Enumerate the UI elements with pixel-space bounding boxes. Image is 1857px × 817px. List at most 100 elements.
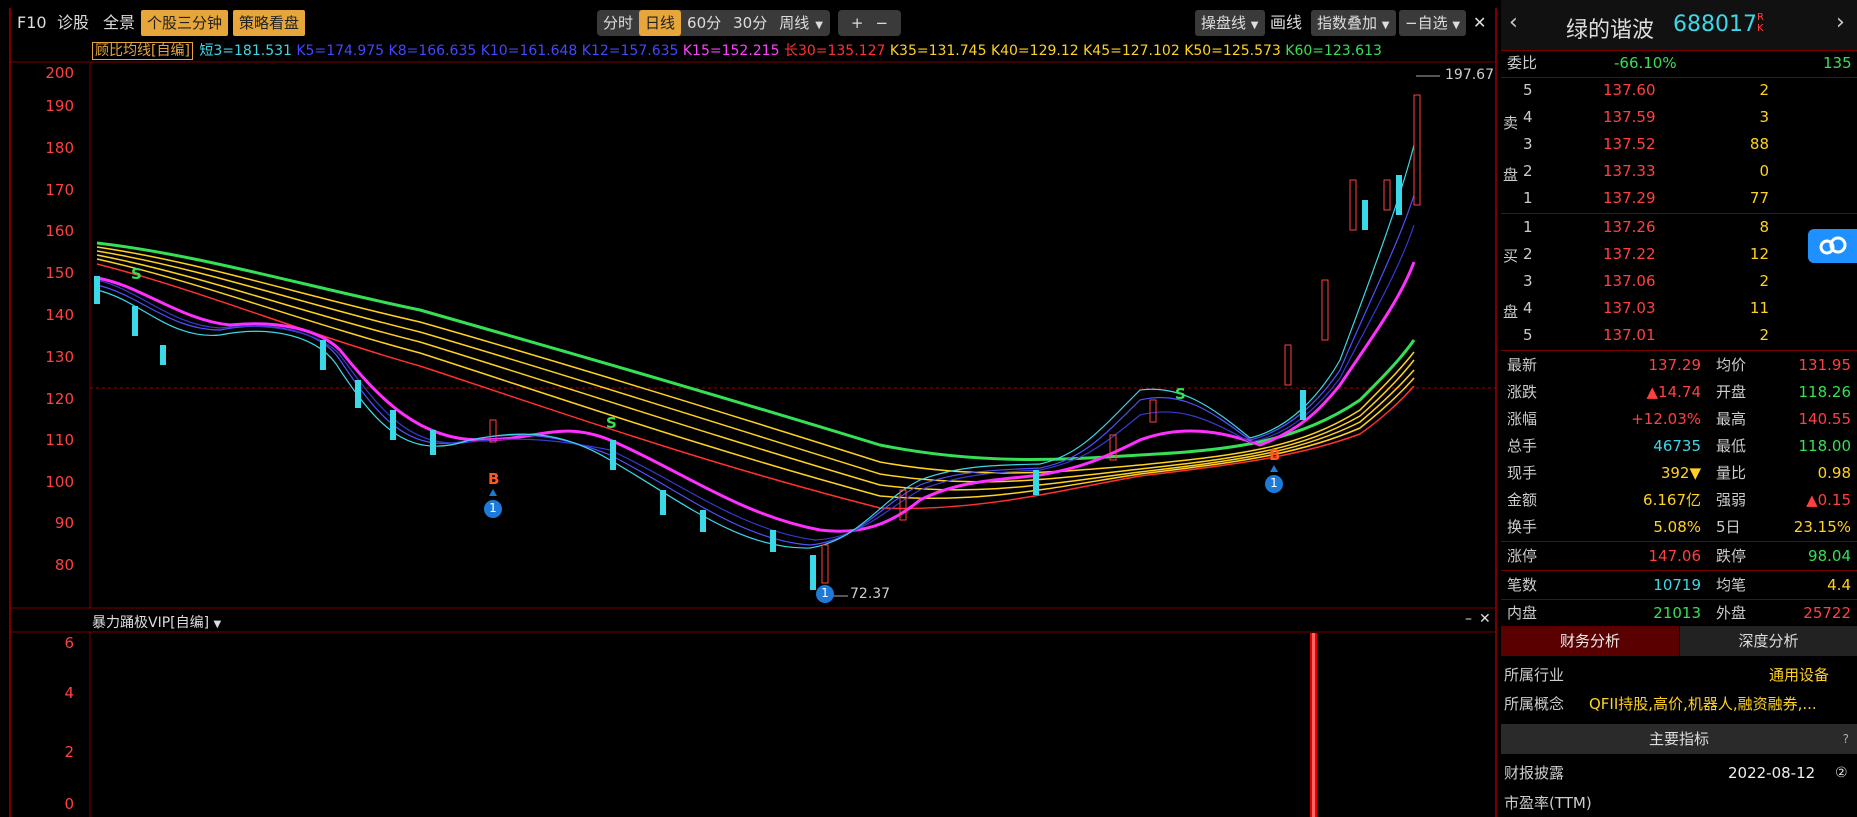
bid-row[interactable]: 1 137.26 8 [1501, 214, 1857, 241]
lower-axis-tick: 4 [64, 684, 74, 702]
gmma-k30-line [96, 263, 1415, 510]
indicator-value: K50=125.573 [1184, 43, 1281, 59]
sell-signal: S [1175, 385, 1186, 403]
main-indicators-header[interactable]: 主要指标? [1501, 724, 1857, 754]
tab-finance[interactable]: 财务分析 [1501, 626, 1679, 656]
candle [355, 380, 361, 408]
indicator-dropdown[interactable]: 顾比均线[自编] [92, 42, 193, 60]
candle [1284, 344, 1292, 386]
signal-bar-highlight [1312, 633, 1315, 817]
quote-panel: ‹ 绿的谐波 688017 R K › 委比 -66.10% 135 卖 盘 5… [1501, 0, 1857, 817]
indicator-value: K35=131.745 [889, 43, 987, 59]
divider [1501, 541, 1857, 542]
ask-row[interactable]: 2 137.33 0 [1501, 158, 1857, 185]
candle [94, 276, 100, 304]
divider [1501, 350, 1857, 351]
lower-axis-tick: 0 [64, 795, 74, 813]
tab-depth[interactable]: 深度分析 [1680, 626, 1857, 656]
price-tick: 160 [45, 222, 74, 240]
quote-row: 笔数 10719 均笔 4.4 [1507, 576, 1851, 594]
candle [700, 510, 706, 532]
quote-row: 总手 46735 最低 118.00 [1507, 437, 1851, 455]
price-tick: 100 [45, 473, 74, 491]
rk-badge: R K [1757, 12, 1764, 34]
indicator-value: K8=166.635 [388, 43, 477, 59]
candle [610, 440, 616, 470]
candle [1149, 399, 1157, 423]
report-row: 财报披露 2022-08-12 ② [1501, 760, 1857, 787]
price-tick: 120 [45, 390, 74, 408]
ask-row[interactable]: 5 137.60 2 [1501, 77, 1857, 104]
stock-code: 688017 [1673, 12, 1757, 37]
kline-chart[interactable] [0, 0, 1500, 817]
bid-row[interactable]: 2 137.22 12 [1501, 241, 1857, 268]
ask-row[interactable]: 1 137.29 77 [1501, 185, 1857, 212]
quote-row: 涨停 147.06 跌停 98.04 [1507, 547, 1851, 565]
indicator-value: K12=157.635 [581, 43, 679, 59]
candle [810, 555, 816, 590]
lower-axis-tick: 6 [64, 634, 74, 652]
quote-row: 最新 137.29 均价 131.95 [1507, 356, 1851, 374]
weibi-row: 委比 -66.10% 135 [1501, 50, 1857, 77]
next-stock-icon[interactable]: › [1836, 10, 1845, 35]
marker-number: 1 [821, 586, 829, 600]
close-icon[interactable]: ✕ [1479, 611, 1491, 627]
marker-number: 1 [1270, 476, 1278, 490]
indicator-value: K45=127.102 [1083, 43, 1180, 59]
bid-row[interactable]: 3 137.06 2 [1501, 268, 1857, 295]
indicator-value: 长30=135.127 [783, 43, 886, 59]
cloud-glyph [1819, 236, 1847, 255]
cloud-icon[interactable] [1808, 229, 1857, 263]
candle [1300, 390, 1306, 420]
price-tick: 110 [45, 431, 74, 449]
analysis-tabs: 财务分析 深度分析 [1501, 626, 1857, 656]
lower-indicator-title[interactable]: 暴力踊极VIP[自编] ▼ [92, 612, 221, 632]
gmma-k60-line [96, 241, 1416, 461]
candle [430, 430, 436, 455]
gmma-k10-line [96, 224, 1415, 541]
price-tick: 170 [45, 181, 74, 199]
price-tick: 140 [45, 306, 74, 324]
marker-number: 1 [489, 501, 497, 515]
price-tick: 80 [54, 556, 74, 574]
candle [1396, 175, 1402, 215]
lower-axis-tick: 2 [64, 743, 74, 761]
industry-row: 所属行业 通用设备 [1504, 666, 1830, 684]
gmma-short3-line [96, 144, 1415, 549]
price-tick: 90 [54, 514, 74, 532]
info-icon[interactable]: ② [1835, 760, 1848, 787]
weibi-value: -66.10% [1614, 54, 1677, 72]
quote-row: 内盘 21013 外盘 25722 [1507, 604, 1851, 622]
candle [320, 340, 326, 370]
price-tick: 130 [45, 348, 74, 366]
quote-row: 现手 392▼ 量比 0.98 [1507, 464, 1851, 482]
indicator-value: K15=152.215 [682, 43, 780, 59]
high-price-label: 197.67 [1445, 67, 1494, 83]
candle [132, 306, 138, 336]
candle [1033, 470, 1039, 495]
concept-row: 所属概念 QFII持股,高价,机器人,融资融券,... [1504, 695, 1817, 713]
help-icon[interactable]: ? [1843, 724, 1849, 754]
candles [94, 94, 1421, 590]
quote-row: 金额 6.167亿 强弱 ▲0.15 [1507, 491, 1851, 509]
indicator-value: K40=129.12 [990, 43, 1079, 59]
weibi-diff: 135 [1823, 54, 1852, 72]
chevron-down-icon: ▼ [213, 619, 222, 630]
candle [660, 490, 666, 515]
candle [1413, 94, 1421, 206]
minimize-icon[interactable]: – [1465, 611, 1472, 627]
bid-row[interactable]: 4 137.03 11 [1501, 295, 1857, 322]
candle [1321, 279, 1329, 341]
bid-row[interactable]: 5 137.01 2 [1501, 322, 1857, 349]
ask-row[interactable]: 4 137.59 3 [1501, 104, 1857, 131]
quote-row: 涨幅 +12.03% 最高 140.55 [1507, 410, 1851, 428]
buy-signal: B [1269, 446, 1281, 464]
pe-row: 市盈率(TTM) [1504, 794, 1592, 812]
low-price-label: 72.37 [850, 586, 891, 602]
ask-row[interactable]: 3 137.52 88 [1501, 131, 1857, 158]
indicator-value: K5=174.975 [296, 43, 385, 59]
prev-stock-icon[interactable]: ‹ [1509, 10, 1518, 35]
indicator-value: K60=123.613 [1285, 43, 1382, 59]
triangle-up-icon [1270, 465, 1278, 472]
candle [1362, 200, 1368, 230]
